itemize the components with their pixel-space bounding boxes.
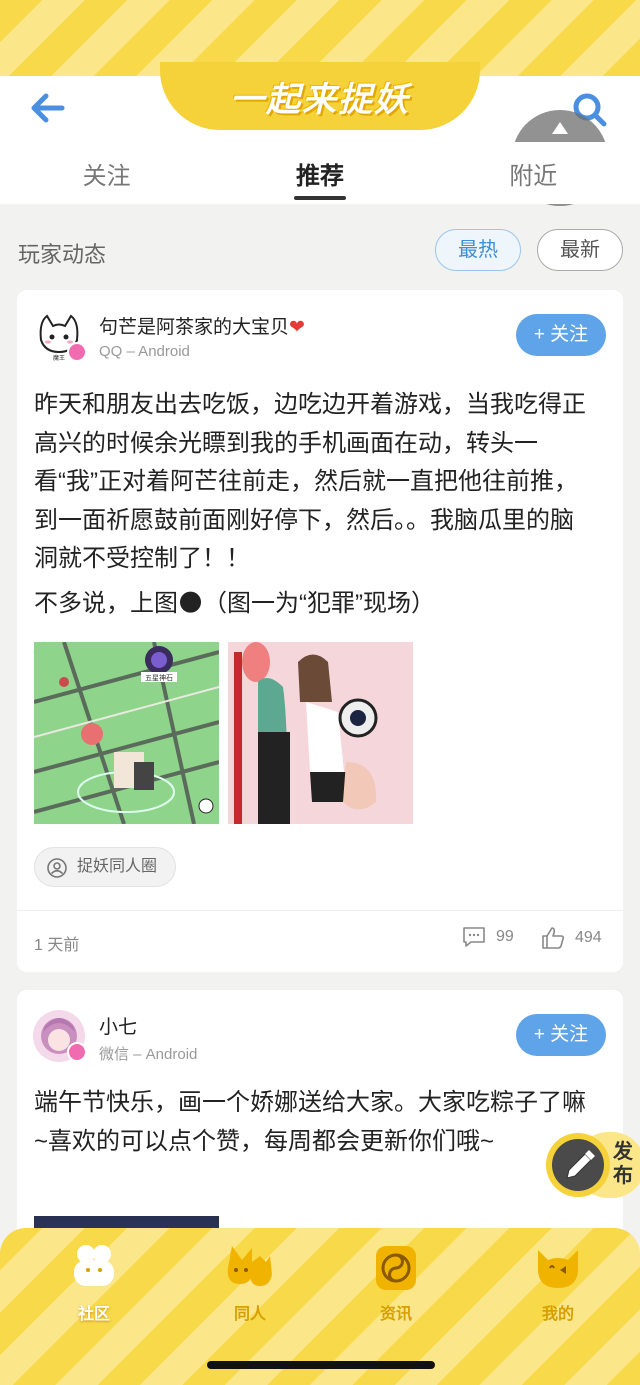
back-button[interactable] — [28, 90, 68, 126]
comment-icon — [463, 927, 485, 947]
comment-count: 99 — [496, 928, 514, 945]
nav-community-label: 社区 — [77, 1306, 110, 1323]
gender-female-icon — [67, 342, 87, 362]
nav-fanart[interactable]: 同人 — [190, 1240, 310, 1324]
post-source: QQ – Android — [99, 343, 190, 360]
top-tabs: 关注 推荐 附近 — [0, 142, 640, 204]
taiji-nav-icon — [376, 1246, 416, 1290]
post-time: 1 天前 — [34, 937, 80, 954]
post-username: 小七 — [99, 1017, 138, 1038]
svg-text:魔王: 魔王 — [53, 354, 65, 362]
community-icon — [47, 858, 67, 878]
follow-button[interactable]: + 关注 — [516, 314, 606, 356]
publish-label: 发布 — [613, 1141, 633, 1187]
post-source: 微信 – Android — [99, 1046, 198, 1063]
tab-nearby[interactable]: 附近 — [427, 142, 640, 204]
tab-following[interactable]: 关注 — [0, 142, 213, 204]
nav-profile-label: 我的 — [541, 1306, 574, 1323]
nav-profile[interactable]: 我的 — [498, 1240, 618, 1324]
app-title: 一起来捉妖 — [230, 79, 410, 120]
gender-female-icon — [67, 1042, 87, 1062]
nav-fanart-label: 同人 — [233, 1306, 266, 1323]
like-count: 494 — [575, 929, 602, 946]
section-title: 玩家动态 — [18, 242, 107, 267]
post-card[interactable]: 小七 微信 – Android + 关注 端午节快乐，画一个娇娜送给大家。大家吃… — [17, 990, 623, 1250]
nav-news[interactable]: 资讯 — [336, 1240, 456, 1324]
nav-news-label: 资讯 — [379, 1306, 412, 1323]
cat-face-nav-icon — [538, 1250, 578, 1288]
like-button[interactable]: 494 — [541, 926, 602, 950]
post-image-artwork[interactable] — [228, 642, 413, 824]
tag-label: 捉妖同人圈 — [77, 858, 158, 875]
fox-nav-icon — [227, 1246, 272, 1286]
tag-chip[interactable]: 捉妖同人圈 — [34, 847, 177, 887]
thumbs-up-icon — [542, 927, 565, 949]
home-indicator[interactable] — [207, 1361, 435, 1369]
follow-button[interactable]: + 关注 — [516, 1014, 606, 1056]
post-text-secondary: 不多说，上图🌑（图一为“犯罪”现场） — [34, 590, 436, 617]
comment-button[interactable]: 99 — [462, 926, 514, 948]
post-text: 端午节快乐，画一个娇娜送给大家。大家吃粽子了嘛~喜欢的可以点个赞，每周都会更新你… — [34, 1089, 586, 1155]
map-label: 五星神石 — [145, 673, 173, 682]
post-image-map[interactable]: 五星神石 — [34, 642, 219, 824]
back-arrow-icon — [31, 93, 65, 123]
post-username: 句芒是阿茶家的大宝贝❤ — [99, 317, 305, 338]
filter-hot-button[interactable]: 最热 — [435, 229, 521, 271]
post-card[interactable]: 魔王 句芒是阿茶家的大宝贝❤ QQ – Android + 关注 昨天和朋友出去… — [17, 290, 623, 972]
card-divider — [17, 910, 623, 911]
title-banner: 一起来捉妖 — [160, 62, 480, 130]
publish-button[interactable]: 发布 — [545, 1130, 640, 1200]
tab-recommended[interactable]: 推荐 — [213, 142, 426, 204]
nav-community[interactable]: 社区 — [34, 1240, 154, 1324]
filter-new-button[interactable]: 最新 — [537, 229, 623, 271]
post-text: 昨天和朋友出去吃饭，边吃边开着游戏，当我吃得正高兴的时候余光瞟到我的手机画面在动… — [34, 391, 586, 572]
community-nav-icon — [74, 1245, 114, 1286]
